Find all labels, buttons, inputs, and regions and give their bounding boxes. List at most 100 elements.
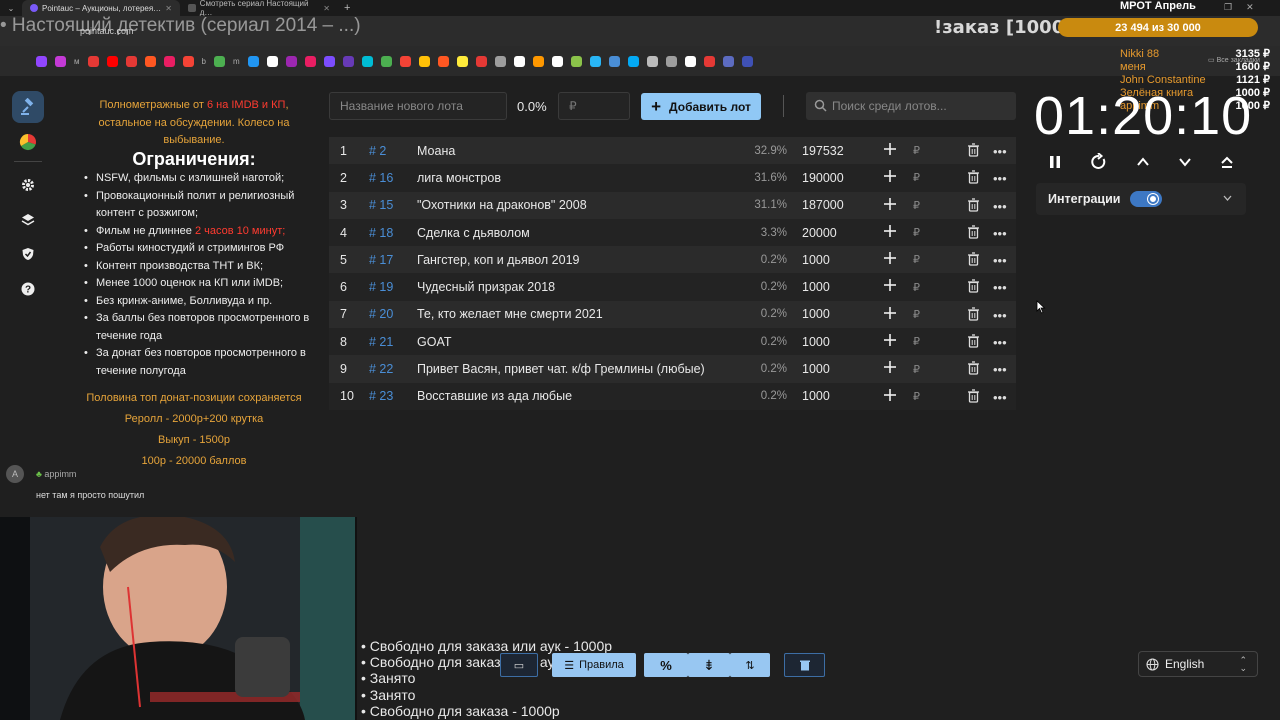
bookmark-icon[interactable] (532, 55, 544, 67)
add-amount-icon[interactable] (883, 251, 897, 265)
lot-row[interactable]: 4 # 18 Сделка с дьяволом 3.3% 20000 ₽ ••• (329, 218, 1016, 247)
bookmark-icon[interactable] (608, 55, 620, 67)
lot-id-link[interactable]: # 23 (369, 389, 393, 403)
sidebar-security-button[interactable] (12, 238, 44, 270)
delete-lot-icon[interactable] (967, 279, 980, 294)
close-icon[interactable]: ✕ (165, 4, 172, 13)
lot-name[interactable]: лига монстров (417, 171, 501, 185)
bookmark-icon[interactable] (570, 55, 582, 67)
close-icon[interactable]: ✕ (323, 4, 330, 13)
bookmark-icon[interactable] (703, 55, 715, 67)
lot-amount[interactable]: 197532 (802, 144, 844, 158)
pause-icon[interactable] (1048, 155, 1062, 169)
lot-row[interactable]: 8 # 21 GOAT 0.2% 1000 ₽ ••• (329, 328, 1016, 356)
more-options-icon[interactable]: ••• (993, 171, 1007, 186)
percent-toggle-button[interactable]: % (644, 653, 688, 677)
lot-name[interactable]: GOAT (417, 335, 452, 349)
lot-amount[interactable]: 1000 (802, 253, 830, 267)
lot-id-link[interactable]: # 18 (369, 226, 393, 240)
delete-lot-icon[interactable] (967, 361, 980, 376)
lot-currency-icon[interactable]: ₽ (913, 199, 920, 212)
reset-icon[interactable] (1090, 153, 1108, 171)
bookmark-icon[interactable] (646, 55, 658, 67)
bookmark-icon[interactable] (285, 55, 297, 67)
bookmark-icon[interactable] (323, 55, 335, 67)
lot-row[interactable]: 7 # 20 Те, кто желает мне смерти 2021 0.2% 1… (329, 300, 1016, 329)
more-options-icon[interactable]: ••• (993, 362, 1007, 377)
bookmark-icon[interactable] (87, 55, 99, 67)
bookmark-icon[interactable] (361, 55, 373, 67)
bookmark-icon[interactable] (266, 55, 278, 67)
lot-name[interactable]: Привет Васян, привет чат. к/ф Гремлины (… (417, 362, 705, 376)
browser-tab-active[interactable]: Pointauc – Аукционы, лотерея… ✕ (22, 0, 180, 16)
lot-row[interactable]: 6 # 19 Чудесный призрак 2018 0.2% 1000 ₽ ••• (329, 273, 1016, 301)
delete-lot-icon[interactable] (967, 252, 980, 266)
more-options-icon[interactable]: ••• (993, 308, 1007, 323)
lot-name[interactable]: Гангстер, коп и дьявол 2019 (417, 253, 579, 267)
add-amount-icon[interactable] (883, 306, 897, 320)
add-amount-icon[interactable] (883, 360, 897, 374)
bookmark-icon[interactable] (513, 55, 525, 67)
delete-lot-icon[interactable] (967, 197, 980, 212)
tab-menu-icon[interactable]: ⌄ (0, 4, 22, 13)
lot-amount[interactable]: 20000 (802, 226, 837, 240)
add-amount-icon[interactable] (883, 278, 897, 292)
bookmark-icon[interactable] (247, 55, 259, 67)
lot-amount[interactable]: 1000 (802, 389, 830, 403)
delete-lot-icon[interactable] (967, 334, 980, 348)
lot-amount[interactable]: 187000 (802, 198, 844, 212)
bookmark-icon[interactable] (551, 55, 563, 67)
add-amount-icon[interactable] (883, 142, 897, 156)
bookmark-icon[interactable] (342, 55, 354, 67)
bookmark-icon[interactable] (627, 55, 639, 67)
telegram-bookmark-icon[interactable] (589, 55, 601, 67)
sidebar-help-button[interactable]: ? (12, 273, 44, 305)
delete-lot-icon[interactable] (967, 307, 980, 321)
lot-currency-icon[interactable]: ₽ (913, 308, 920, 321)
lot-amount[interactable]: 1000 (802, 362, 830, 376)
lot-currency-icon[interactable]: ₽ (913, 144, 920, 157)
add-amount-icon[interactable] (883, 388, 897, 402)
youtube-bookmark-icon[interactable] (106, 55, 118, 67)
close-window-icon[interactable]: ✕ (1246, 2, 1254, 13)
restore-icon[interactable]: ❐ (1224, 2, 1232, 13)
bookmark-icon[interactable] (213, 55, 225, 67)
delete-lot-icon[interactable] (967, 170, 980, 184)
bookmark-icon[interactable] (741, 55, 753, 67)
bookmark-icon[interactable] (55, 55, 66, 67)
integrations-toggle[interactable] (1130, 191, 1162, 207)
lot-currency-icon[interactable]: ₽ (913, 171, 920, 184)
new-lot-amount-input[interactable]: ₽ (558, 92, 630, 120)
lot-search-input[interactable]: Поиск среди лотов... (806, 92, 1016, 120)
bookmark-icon[interactable] (380, 55, 392, 67)
bookmark-label[interactable]: b (202, 57, 206, 66)
add-amount-icon[interactable] (883, 169, 897, 183)
lot-amount[interactable]: 1000 (802, 307, 830, 321)
integrations-panel[interactable]: Интеграции (1036, 183, 1246, 215)
lot-currency-icon[interactable]: ₽ (913, 253, 920, 266)
sidebar-auction-button[interactable] (12, 91, 44, 123)
bookmark-icon[interactable] (125, 55, 137, 67)
browser-tab[interactable]: Смотреть сериал Настоящий д… ✕ (180, 0, 338, 17)
more-options-icon[interactable]: ••• (993, 335, 1007, 350)
bookmark-icon[interactable] (163, 55, 175, 67)
lot-row[interactable]: 2 # 16 лига монстров 31.6% 190000 ₽ ••• (329, 164, 1016, 192)
bookmark-icon[interactable] (182, 55, 194, 67)
lot-row[interactable]: 10 # 23 Восставшие из ада любые 0.2% 1000 ₽ ••… (329, 382, 1016, 410)
more-options-icon[interactable]: ••• (993, 144, 1007, 159)
new-tab-icon[interactable]: + (338, 2, 356, 14)
add-amount-icon[interactable] (883, 197, 897, 211)
bookmark-label[interactable]: m (233, 57, 240, 66)
chevron-down-icon[interactable] (1223, 195, 1232, 201)
lot-name[interactable]: Чудесный призрак 2018 (417, 280, 555, 294)
lot-currency-icon[interactable]: ₽ (913, 335, 920, 348)
lot-id-link[interactable]: # 2 (369, 144, 386, 158)
lot-id-link[interactable]: # 22 (369, 362, 393, 376)
bookmark-icon[interactable] (684, 55, 696, 67)
bookmark-icon[interactable] (494, 55, 506, 67)
sort-button[interactable]: ⇅ (730, 653, 770, 677)
lot-name[interactable]: Восставшие из ада любые (417, 389, 572, 403)
lot-id-link[interactable]: # 20 (369, 307, 393, 321)
lot-row[interactable]: 3 # 15 "Охотники на драконов" 2008 31.1% 187… (329, 191, 1016, 219)
chevron-down-icon[interactable] (1178, 155, 1192, 169)
